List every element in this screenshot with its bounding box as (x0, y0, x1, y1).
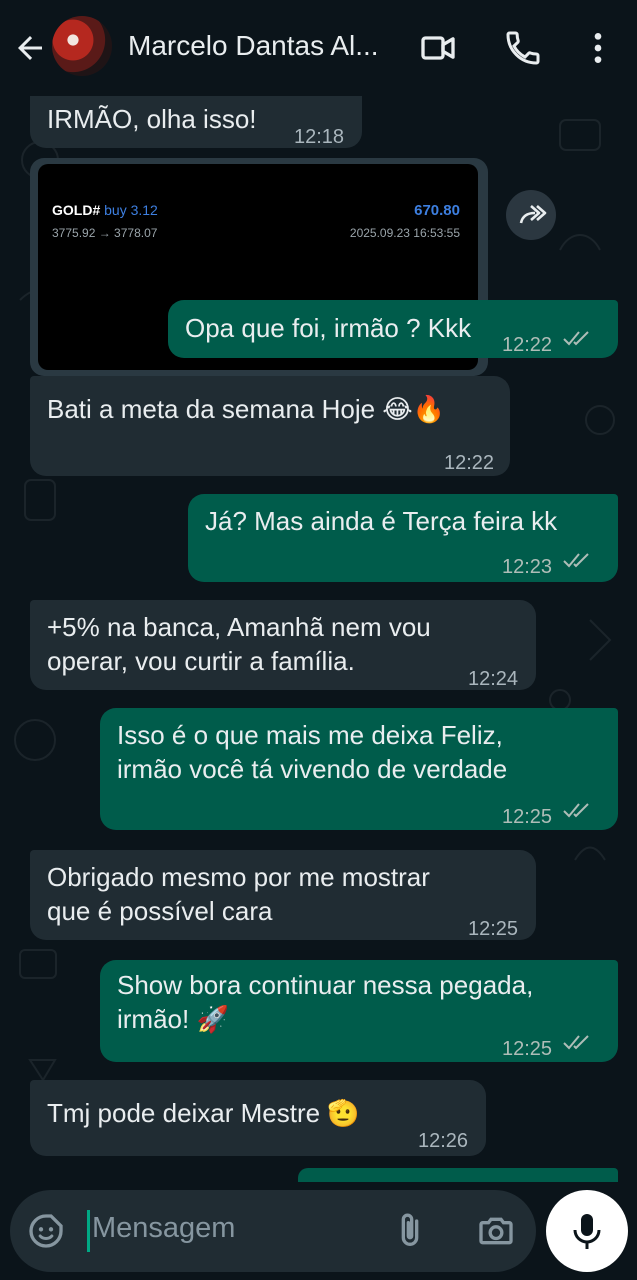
emoji-icon[interactable] (26, 1211, 66, 1251)
message-outgoing-partial[interactable] (298, 1168, 618, 1182)
message-list[interactable]: IRMÃO, olha isso! 12:18 GOLD# buy 3.12 3… (0, 96, 637, 1186)
message-outgoing[interactable]: Opa que foi, irmão ? Kkk 12:22 (168, 300, 618, 358)
message-incoming[interactable]: Tmj pode deixar Mestre 🫡 12:26 (30, 1080, 486, 1156)
message-text: IRMÃO, olha isso! (47, 104, 257, 134)
message-time: 12:22 (444, 452, 495, 474)
message-time: 12:25 (502, 806, 553, 828)
message-incoming[interactable]: Bati a meta da semana Hoje 😂🔥 12:22 (30, 376, 510, 476)
message-composer[interactable]: Mensagem (10, 1190, 536, 1272)
message-text: +5% na banca, Amanhã nem vou operar, vou… (47, 612, 431, 676)
message-time: 12:25 (468, 918, 519, 940)
more-vertical-icon[interactable] (578, 28, 618, 68)
message-text: Show bora continuar nessa pegada, irmão!… (117, 970, 534, 1034)
contact-avatar[interactable] (52, 16, 112, 76)
read-receipt-icon (563, 803, 589, 818)
message-outgoing[interactable]: Isso é o que mais me deixa Feliz, irmão … (100, 708, 618, 830)
phone-icon[interactable] (503, 28, 543, 68)
text-cursor (87, 1210, 90, 1252)
message-text: Bati a meta da semana Hoje 😂🔥 (47, 394, 446, 424)
camera-icon[interactable] (476, 1211, 516, 1251)
attach-icon[interactable] (390, 1211, 430, 1251)
message-text: Opa que foi, irmão ? Kkk (185, 313, 472, 343)
message-input[interactable]: Mensagem (92, 1212, 235, 1245)
message-incoming[interactable]: +5% na banca, Amanhã nem vou operar, vou… (30, 600, 536, 690)
message-text: Já? Mas ainda é Terça feira kk (205, 506, 558, 536)
back-arrow-icon[interactable] (12, 30, 48, 66)
contact-name[interactable]: Marcelo Dantas Al... (128, 30, 398, 62)
message-time: 12:26 (418, 1130, 469, 1152)
trade-prices: 3775.92 → 3778.07 (52, 226, 158, 240)
message-outgoing[interactable]: Já? Mas ainda é Terça feira kk 12:23 (188, 494, 618, 582)
message-time: 12:24 (468, 668, 519, 690)
message-incoming[interactable]: IRMÃO, olha isso! 12:18 (30, 96, 362, 148)
message-time: 12:23 (502, 556, 553, 578)
forward-button[interactable] (506, 190, 556, 240)
video-call-icon[interactable] (418, 28, 458, 68)
trade-datetime: 2025.09.23 16:53:55 (349, 226, 460, 240)
voice-message-button[interactable] (546, 1190, 628, 1272)
chat-header: Marcelo Dantas Al... (0, 0, 637, 96)
mic-icon (573, 1214, 601, 1249)
read-receipt-icon (563, 331, 589, 346)
message-text: Obrigado mesmo por me mostrar que é poss… (47, 862, 430, 926)
message-time: 12:22 (502, 334, 553, 356)
read-receipt-icon (563, 553, 589, 568)
read-receipt-icon (563, 1035, 589, 1050)
message-time: 12:25 (502, 1038, 553, 1060)
trade-profit: 670.80 (414, 202, 460, 219)
message-text: Tmj pode deixar Mestre 🫡 (47, 1098, 360, 1128)
message-text: Isso é o que mais me deixa Feliz, irmão … (117, 720, 508, 784)
message-time: 12:18 (294, 126, 345, 148)
forward-icon (519, 205, 547, 224)
message-incoming[interactable]: Obrigado mesmo por me mostrar que é poss… (30, 850, 536, 940)
trade-side: buy 3.12 (104, 202, 158, 218)
trade-symbol: GOLD# buy 3.12 (52, 202, 158, 218)
message-outgoing[interactable]: Show bora continuar nessa pegada, irmão!… (100, 960, 618, 1062)
